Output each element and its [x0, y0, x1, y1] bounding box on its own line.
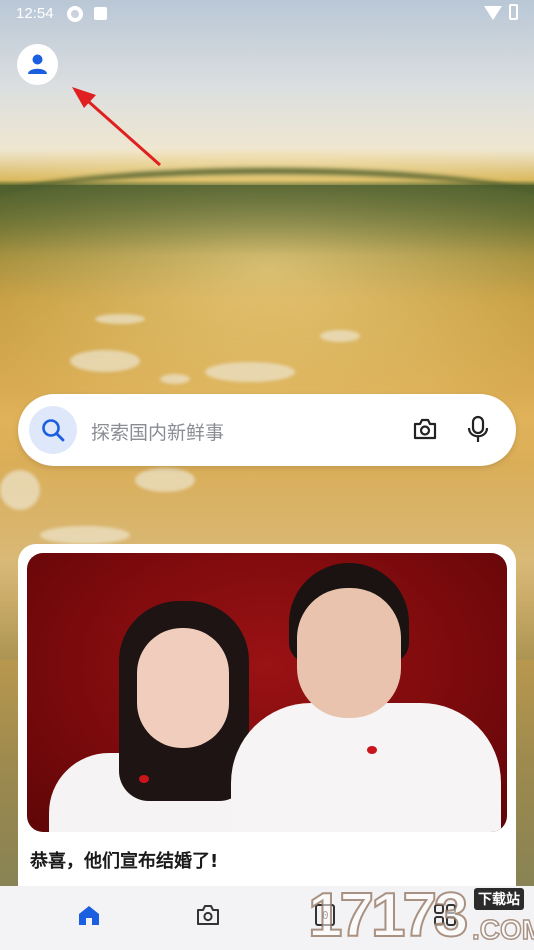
- watermark-logo: 17173 下载站 .COM: [307, 881, 534, 950]
- watermark-digits: 17173: [307, 881, 469, 950]
- search-icon: [42, 419, 65, 442]
- news-photo-man-face: [297, 588, 401, 718]
- microphone-icon[interactable]: [466, 415, 490, 443]
- watermark-com: .COM: [471, 913, 534, 946]
- news-photo-pin: [139, 775, 149, 783]
- wallpaper-forest: [0, 185, 534, 255]
- news-title[interactable]: 恭喜，他们宣布结婚了!: [30, 847, 218, 873]
- wallpaper-pond: [205, 362, 295, 382]
- news-photo-woman-face: [137, 628, 229, 748]
- wallpaper-pond: [95, 314, 145, 324]
- camera-icon[interactable]: [196, 904, 220, 926]
- person-icon: [28, 54, 47, 74]
- wallpaper-pond: [320, 330, 360, 342]
- home-icon[interactable]: [77, 904, 101, 926]
- status-bar: 12:54: [0, 0, 534, 28]
- search-bar[interactable]: 探索国内新鲜事: [18, 394, 516, 466]
- search-button[interactable]: [29, 406, 77, 454]
- wallpaper-pond: [160, 374, 190, 384]
- news-photo-man-shirt: [231, 703, 501, 832]
- search-input[interactable]: 探索国内新鲜事: [91, 418, 224, 445]
- app-status-icon: [67, 6, 83, 22]
- status-time: 12:54: [16, 5, 54, 22]
- watermark-site: 下载站: [474, 888, 524, 910]
- avatar-button[interactable]: [17, 44, 58, 85]
- wallpaper-pond: [70, 350, 140, 372]
- wifi-icon: [484, 6, 502, 20]
- camera-icon[interactable]: [412, 417, 438, 441]
- battery-icon: [509, 4, 518, 20]
- news-image[interactable]: [27, 553, 507, 832]
- news-photo-pin: [367, 746, 377, 754]
- news-card[interactable]: 恭喜，他们宣布结婚了!: [18, 544, 516, 904]
- a-notification-icon: [94, 7, 107, 20]
- annotation-arrow: [72, 87, 161, 167]
